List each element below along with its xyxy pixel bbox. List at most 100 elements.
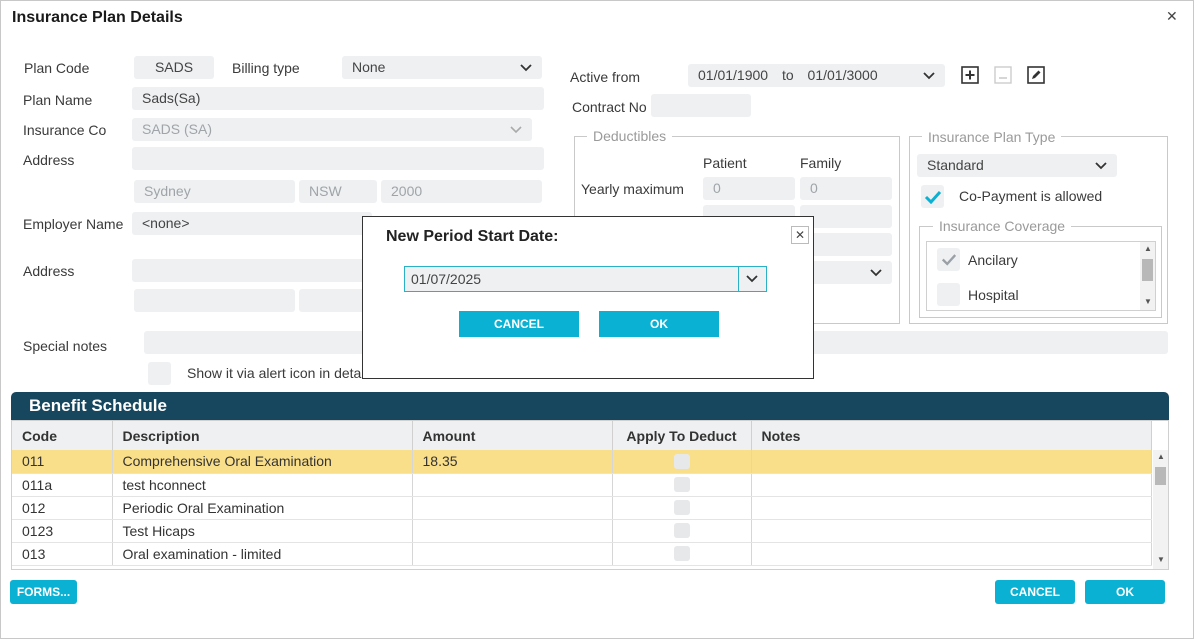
ok-button[interactable]: OK	[1085, 580, 1165, 604]
cancel-button[interactable]: CANCEL	[995, 580, 1075, 604]
scrollbar-thumb[interactable]	[1142, 259, 1153, 281]
coverage-scrollbar[interactable]: ▲ ▼	[1140, 242, 1155, 310]
cell-code: 013	[12, 542, 113, 566]
cell-code: 012	[12, 496, 113, 520]
employer-label: Employer Name	[23, 216, 124, 232]
period-date-select[interactable]: 01/07/2025	[404, 266, 767, 292]
add-period-icon[interactable]	[961, 66, 979, 87]
apply-checkbox[interactable]	[673, 523, 690, 538]
active-to-value: 01/01/3000	[807, 67, 878, 83]
benefit-table: Code Description Amount Apply To Deduct …	[12, 421, 1152, 566]
coverage-item-label: Ancilary	[968, 252, 1018, 268]
forms-button[interactable]: FORMS...	[10, 580, 77, 604]
cell-apply	[612, 519, 752, 543]
table-row[interactable]: 012 Periodic Oral Examination	[12, 496, 1152, 520]
scroll-up-icon[interactable]: ▲	[1144, 244, 1152, 253]
plan-type-value: Standard	[927, 157, 984, 173]
dialog-close-icon[interactable]: ✕	[791, 226, 809, 244]
contract-no-field[interactable]	[651, 94, 751, 117]
plan-code-field[interactable]: SADS	[134, 56, 214, 79]
scroll-down-icon[interactable]: ▼	[1144, 297, 1152, 306]
benefit-schedule-header: Benefit Schedule	[11, 392, 1169, 420]
scrollbar-thumb[interactable]	[1155, 467, 1166, 485]
scroll-up-icon[interactable]: ▲	[1157, 452, 1165, 461]
plan-name-label: Plan Name	[23, 92, 93, 108]
yearly-maximum-label: Yearly maximum	[581, 181, 684, 197]
table-scrollbar[interactable]: ▲ ▼	[1153, 450, 1168, 569]
alert-label: Show it via alert icon in details	[187, 365, 375, 381]
billing-type-select[interactable]: None	[342, 56, 542, 79]
dialog-cancel-button[interactable]: CANCEL	[459, 311, 579, 337]
address-line-field[interactable]	[132, 147, 544, 170]
window-title: Insurance Plan Details	[12, 9, 183, 26]
cell-amount	[412, 496, 613, 520]
table-row[interactable]: 011a test hconnect	[12, 473, 1152, 497]
address2-city-field[interactable]	[134, 289, 295, 312]
patient-header: Patient	[703, 155, 747, 171]
alert-checkbox[interactable]	[148, 362, 171, 385]
chevron-down-icon	[746, 267, 758, 291]
table-row[interactable]: 013 Oral examination - limited	[12, 542, 1152, 566]
cell-description: Comprehensive Oral Examination	[112, 450, 413, 474]
employer-field[interactable]: <none>	[132, 212, 372, 235]
cell-code: 0123	[12, 519, 113, 543]
plan-name-field[interactable]: Sads(Sa)	[132, 87, 544, 110]
insurance-co-value: SADS (SA)	[142, 121, 213, 137]
col-description[interactable]: Description	[112, 421, 413, 450]
apply-checkbox[interactable]	[673, 500, 690, 515]
cell-amount: 18.35	[412, 450, 613, 474]
col-amount[interactable]: Amount	[412, 421, 613, 450]
deductibles-legend: Deductibles	[587, 128, 673, 144]
checkmark-icon	[941, 254, 956, 266]
scroll-down-icon[interactable]: ▼	[1157, 555, 1165, 564]
yearly-family-field[interactable]: 0	[800, 177, 892, 200]
col-notes[interactable]: Notes	[751, 421, 1152, 450]
yearly-patient-field[interactable]: 0	[703, 177, 795, 200]
period-date-value: 01/07/2025	[411, 271, 482, 287]
close-icon[interactable]: ✕	[1166, 8, 1178, 25]
copayment-label: Co-Payment is allowed	[959, 188, 1103, 204]
cell-amount	[412, 473, 613, 497]
col-apply-to-deduct[interactable]: Apply To Deduct	[612, 421, 752, 450]
state-field[interactable]: NSW	[299, 180, 377, 203]
chevron-down-icon	[510, 118, 522, 141]
col-code[interactable]: Code	[12, 421, 113, 450]
city-field[interactable]: Sydney	[134, 180, 295, 203]
plan-type-select[interactable]: Standard	[917, 154, 1117, 177]
address2-state-field[interactable]	[299, 289, 369, 312]
table-row[interactable]: 0123 Test Hicaps	[12, 519, 1152, 543]
billing-type-label: Billing type	[232, 60, 300, 76]
cell-notes	[751, 496, 1152, 520]
copayment-checkbox[interactable]	[921, 185, 944, 208]
edit-period-icon[interactable]	[1027, 66, 1045, 87]
apply-checkbox[interactable]	[673, 477, 690, 492]
family-header: Family	[800, 155, 842, 171]
apply-checkbox[interactable]	[673, 546, 690, 561]
dialog-ok-button[interactable]: OK	[599, 311, 719, 337]
cell-code: 011	[12, 450, 113, 474]
cell-apply	[612, 496, 752, 520]
cell-apply	[612, 542, 752, 566]
checkmark-icon	[924, 190, 941, 204]
chevron-down-icon	[870, 261, 882, 284]
active-period-select[interactable]: 01/01/1900 to 01/01/3000	[688, 64, 945, 87]
coverage-ancilary-checkbox[interactable]	[937, 248, 960, 271]
cell-notes	[751, 519, 1152, 543]
insurance-co-select[interactable]: SADS (SA)	[132, 118, 532, 141]
apply-checkbox[interactable]	[673, 453, 690, 469]
active-from-value: 01/01/1900	[698, 67, 769, 83]
address2-line-field[interactable]	[132, 259, 372, 282]
remove-period-icon[interactable]	[994, 66, 1012, 87]
cell-notes	[751, 542, 1152, 566]
coverage-list: Ancilary Hospital ▲ ▼	[926, 241, 1156, 311]
coverage-hospital-checkbox[interactable]	[937, 283, 960, 306]
plan-type-legend: Insurance Plan Type	[922, 129, 1062, 145]
benefit-table-container: Code Description Amount Apply To Deduct …	[11, 420, 1169, 570]
postcode-field[interactable]: 2000	[381, 180, 542, 203]
active-from-label: Active from	[570, 69, 641, 85]
active-to-label: to	[781, 67, 794, 83]
table-row[interactable]: 011 Comprehensive Oral Examination 18.35	[12, 450, 1152, 474]
chevron-down-icon	[520, 56, 532, 79]
cell-apply	[612, 473, 752, 497]
coverage-legend: Insurance Coverage	[933, 218, 1072, 234]
